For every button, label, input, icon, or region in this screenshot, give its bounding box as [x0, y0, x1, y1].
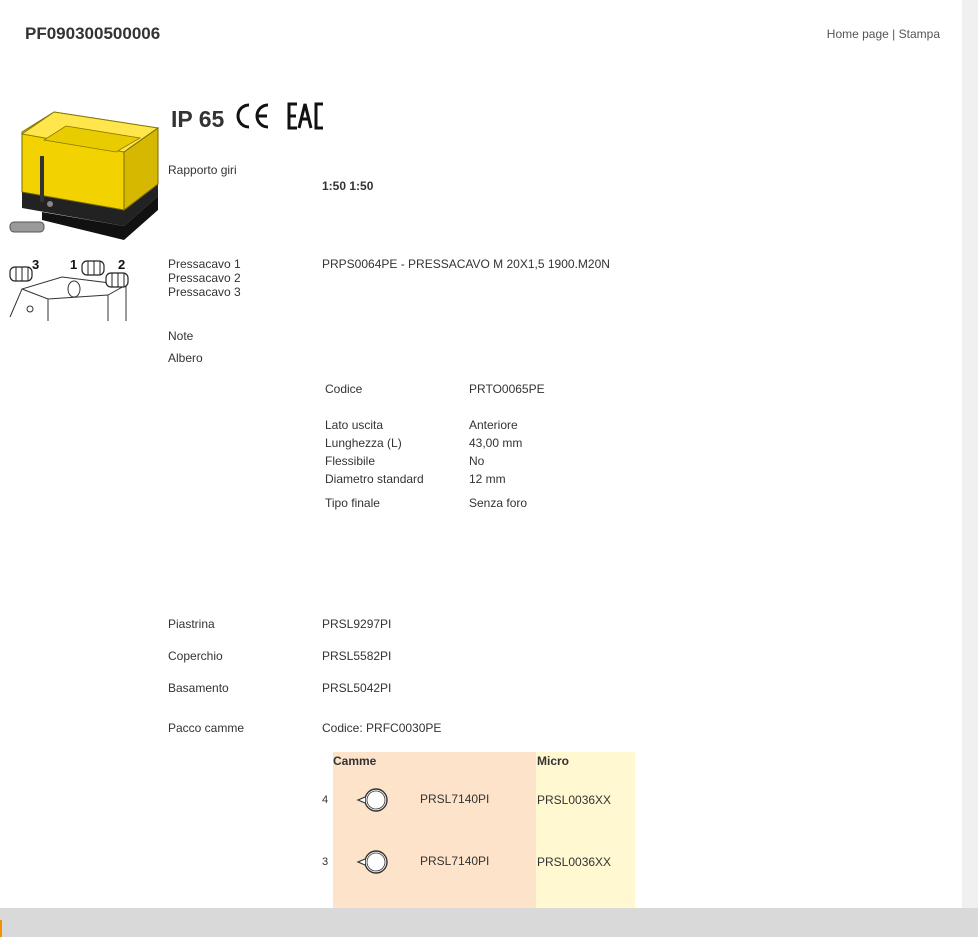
lunghezza-label: Lunghezza (L): [325, 436, 402, 450]
diametro-label: Diametro standard: [325, 472, 424, 486]
footer-accent: [0, 920, 2, 937]
cable-glands-image: 3 1 2: [9, 257, 129, 321]
albero-codice-value: PRTO0065PE: [469, 382, 545, 396]
top-links: Home page | Stampa: [827, 27, 940, 41]
certifications-row: IP 65: [171, 100, 326, 132]
coperchio-value: PRSL5582PI: [322, 649, 392, 663]
link-separator: |: [892, 27, 896, 41]
micro-code: PRSL0036XX: [537, 793, 612, 807]
pacco-camme-label: Pacco camme: [168, 721, 245, 735]
home-page-link[interactable]: Home page: [827, 27, 889, 41]
note-label: Note: [168, 329, 194, 343]
footer-bar: [0, 908, 978, 937]
micro-column-bg: [536, 752, 635, 908]
tipo-finale-value: Senza foro: [469, 496, 528, 510]
product-sheet-page: PF090300500006 Home page | Stampa 3 1 2 …: [0, 0, 962, 908]
micro-header: Micro: [537, 754, 570, 768]
print-link[interactable]: Stampa: [899, 27, 940, 41]
cam-disc-icon: [356, 850, 388, 874]
albero-label: Albero: [168, 351, 203, 365]
pressacavo-3-label: Pressacavo 3: [168, 285, 241, 299]
cam-code: PRSL7140PI: [420, 792, 490, 806]
camme-header: Camme: [333, 754, 377, 768]
micro-code: PRSL0036XX: [537, 855, 612, 869]
ce-mark-icon: [236, 103, 269, 129]
coperchio-label: Coperchio: [168, 649, 223, 663]
rapporto-giri-label: Rapporto giri: [168, 163, 237, 177]
lunghezza-value: 43,00 mm: [469, 436, 523, 450]
product-image: [9, 111, 160, 240]
cable-number-2: 2: [118, 257, 125, 272]
flessibile-label: Flessibile: [325, 454, 376, 468]
cable-number-3: 3: [32, 257, 39, 272]
lato-uscita-label: Lato uscita: [325, 418, 384, 432]
eac-mark-icon: [287, 102, 324, 130]
camme-column-bg: [333, 752, 536, 908]
pressacavo-1-label: Pressacavo 1: [168, 257, 241, 271]
pacco-camme-value: Codice: PRFC0030PE: [322, 721, 442, 735]
cam-disc-icon: [356, 788, 388, 812]
lato-uscita-value: Anteriore: [469, 418, 518, 432]
basamento-label: Basamento: [168, 681, 229, 695]
albero-codice-label: Codice: [325, 382, 363, 396]
cable-number-1: 1: [70, 257, 77, 272]
vertical-scrollbar[interactable]: [962, 0, 978, 908]
product-code-title: PF090300500006: [25, 24, 161, 43]
cam-row-number: 3: [322, 856, 329, 868]
pressacavo-2-label: Pressacavo 2: [168, 271, 241, 285]
pressacavo-value: PRPS0064PE - PRESSACAVO M 20X1,5 1900.M2…: [322, 257, 610, 271]
ip-rating: IP 65: [171, 105, 225, 132]
cam-row-number: 4: [322, 794, 329, 806]
piastrina-label: Piastrina: [168, 617, 215, 631]
cam-code: PRSL7140PI: [420, 854, 490, 868]
tipo-finale-label: Tipo finale: [325, 496, 380, 510]
basamento-value: PRSL5042PI: [322, 681, 392, 695]
flessibile-value: No: [469, 454, 485, 468]
rapporto-giri-value: 1:50 1:50: [322, 179, 374, 193]
piastrina-value: PRSL9297PI: [322, 617, 392, 631]
diametro-value: 12 mm: [469, 472, 506, 486]
